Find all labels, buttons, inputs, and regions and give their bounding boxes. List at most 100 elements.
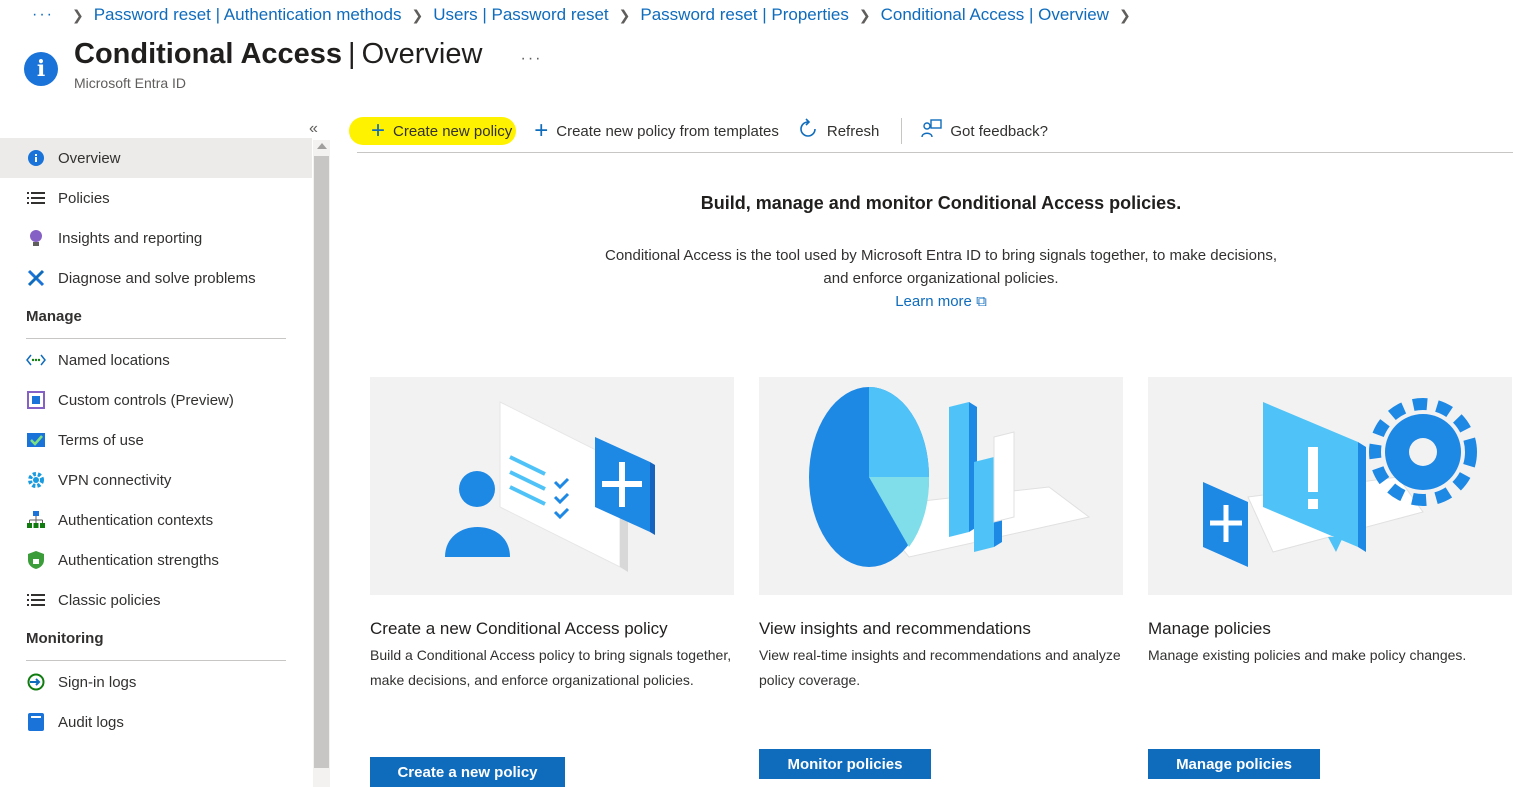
list-icon — [26, 189, 46, 207]
section-divider — [26, 338, 286, 339]
manage-policies-button[interactable]: Manage policies — [1148, 749, 1320, 779]
card-description: Manage existing policies and make policy… — [1148, 647, 1467, 663]
sidebar-item-label: Audit logs — [58, 713, 124, 731]
chevron-right-icon: ❯ — [858, 6, 871, 23]
page-header: i Conditional Access | Overview ··· Micros… — [24, 38, 543, 91]
list-icon — [26, 591, 46, 609]
sidebar-item-label: VPN connectivity — [58, 471, 172, 489]
more-actions-icon[interactable]: ··· — [521, 50, 543, 67]
hierarchy-icon — [26, 511, 46, 529]
breadcrumb: ··· ❯ Password reset | Authentication me… — [0, 0, 1141, 30]
sidebar-item-label: Custom controls (Preview) — [58, 391, 234, 409]
sidebar-item-label: Policies — [58, 189, 110, 207]
toolbar-separator — [901, 118, 903, 144]
sidebar-item-label: Diagnose and solve problems — [58, 269, 256, 287]
intro-line-2: and enforce organizational policies. — [823, 270, 1059, 287]
section-title-monitoring: Monitoring — [26, 630, 104, 647]
sidebar-item-label: Authentication strengths — [58, 551, 219, 569]
breadcrumb-item-users-password-reset[interactable]: Users | Password reset — [433, 5, 608, 25]
refresh-label: Refresh — [826, 122, 880, 140]
location-icon — [26, 351, 46, 369]
sidebar-item-label: Insights and reporting — [58, 229, 203, 247]
monitor-policies-button[interactable]: Monitor policies — [759, 749, 931, 779]
card-description: View real-time insights and recommendati… — [759, 647, 1121, 688]
breadcrumb-more-icon[interactable]: ··· — [32, 6, 54, 24]
book-icon — [26, 713, 46, 731]
intro-heading: Build, manage and monitor Conditional Ac… — [700, 193, 1182, 213]
card-title: Create a new Conditional Access policy — [370, 619, 668, 638]
create-a-new-policy-button[interactable]: Create a new policy — [370, 757, 565, 787]
sidebar-item-auth-contexts[interactable]: Authentication contexts — [0, 500, 312, 540]
create-new-policy-button[interactable]: + Create new policy — [349, 117, 517, 145]
refresh-button[interactable]: Refresh — [797, 117, 880, 145]
sidebar-nav: Overview Policies Insights and reporting… — [0, 138, 312, 742]
sidebar-item-label: Sign-in logs — [58, 673, 137, 691]
intro-section: Build, manage and monitor Conditional Ac… — [370, 193, 1512, 313]
create-from-templates-button[interactable]: + Create new policy from templates — [534, 119, 779, 143]
card-create-policy: Create a new Conditional Access policy B… — [370, 377, 734, 787]
gear-icon — [26, 471, 46, 489]
create-policy-illustration — [370, 377, 734, 595]
collapse-sidebar-icon[interactable]: « — [309, 120, 318, 138]
plus-icon: + — [371, 117, 386, 144]
card-description: Build a Conditional Access policy to bri… — [370, 647, 732, 688]
info-icon — [26, 149, 46, 167]
sidebar-item-policies[interactable]: Policies — [0, 178, 312, 218]
command-bar: + Create new policy + Create new policy … — [349, 110, 1513, 153]
info-icon: i — [24, 52, 58, 86]
card-insights: View insights and recommendations View r… — [759, 377, 1123, 779]
learn-more-label: Learn more — [895, 293, 972, 310]
feedback-button[interactable]: Got feedback? — [920, 118, 1048, 145]
breadcrumb-item-conditional-access[interactable]: Conditional Access | Overview — [881, 5, 1109, 25]
create-new-policy-label: Create new policy — [393, 122, 513, 140]
sidebar-item-auth-strengths[interactable]: Authentication strengths — [0, 540, 312, 580]
sidebar-item-overview[interactable]: Overview — [0, 138, 312, 178]
page-title-sub: Overview — [361, 38, 483, 70]
intro-line-1: Conditional Access is the tool used by M… — [604, 247, 1277, 264]
breadcrumb-item-password-reset-properties[interactable]: Password reset | Properties — [640, 5, 849, 25]
sidebar-scrollbar[interactable] — [313, 140, 330, 787]
lightbulb-icon — [26, 229, 46, 247]
sidebar-item-custom-controls[interactable]: Custom controls (Preview) — [0, 380, 312, 420]
learn-more-link[interactable]: Learn more ⧉ — [895, 293, 987, 310]
intro-description: Conditional Access is the tool used by M… — [370, 244, 1512, 313]
sidebar-item-terms-of-use[interactable]: Terms of use — [0, 420, 312, 460]
chevron-right-icon: ❯ — [618, 6, 631, 23]
shield-icon — [26, 551, 46, 569]
chevron-right-icon: ❯ — [1118, 6, 1131, 23]
scroll-up-icon[interactable] — [317, 143, 327, 149]
sidebar-item-label: Overview — [58, 149, 121, 167]
breadcrumb-item-auth-methods[interactable]: Password reset | Authentication methods — [94, 5, 402, 25]
section-divider — [26, 660, 286, 661]
sidebar-item-label: Terms of use — [58, 431, 144, 449]
sidebar-item-diagnose[interactable]: Diagnose and solve problems — [0, 258, 312, 298]
page-title: Conditional Access | Overview ··· — [74, 38, 543, 71]
checklist-icon — [26, 431, 46, 449]
chevron-right-icon: ❯ — [71, 6, 84, 23]
sidebar-item-insights[interactable]: Insights and reporting — [0, 218, 312, 258]
section-title-manage: Manage — [26, 308, 82, 325]
sidebar-item-named-locations[interactable]: Named locations — [0, 340, 312, 380]
sidebar-item-label: Authentication contexts — [58, 511, 214, 529]
feedback-label: Got feedback? — [950, 122, 1048, 140]
plus-icon: + — [534, 117, 549, 144]
sidebar-item-label: Classic policies — [58, 591, 161, 609]
sidebar-item-classic-policies[interactable]: Classic policies — [0, 580, 312, 620]
sidebar-item-audit-logs[interactable]: Audit logs — [0, 702, 312, 742]
sidebar: « Overview Policies Insights and reporti… — [0, 118, 330, 787]
sidebar-item-vpn[interactable]: VPN connectivity — [0, 460, 312, 500]
custom-controls-icon — [26, 391, 46, 409]
insights-illustration — [759, 377, 1123, 595]
page-title-main: Conditional Access — [74, 38, 343, 70]
sidebar-item-label: Named locations — [58, 351, 170, 369]
sidebar-item-sign-in-logs[interactable]: Sign-in logs — [0, 662, 312, 702]
signin-icon — [26, 673, 46, 691]
chevron-right-icon: ❯ — [411, 6, 424, 23]
card-title: Manage policies — [1148, 619, 1271, 638]
card-manage-policies: Manage policies Manage existing policies… — [1148, 377, 1512, 779]
create-from-templates-label: Create new policy from templates — [556, 122, 779, 140]
feedback-icon — [920, 118, 943, 145]
page-title-separator: | — [348, 38, 356, 70]
tools-icon — [26, 269, 46, 287]
scrollbar-thumb[interactable] — [314, 156, 329, 768]
